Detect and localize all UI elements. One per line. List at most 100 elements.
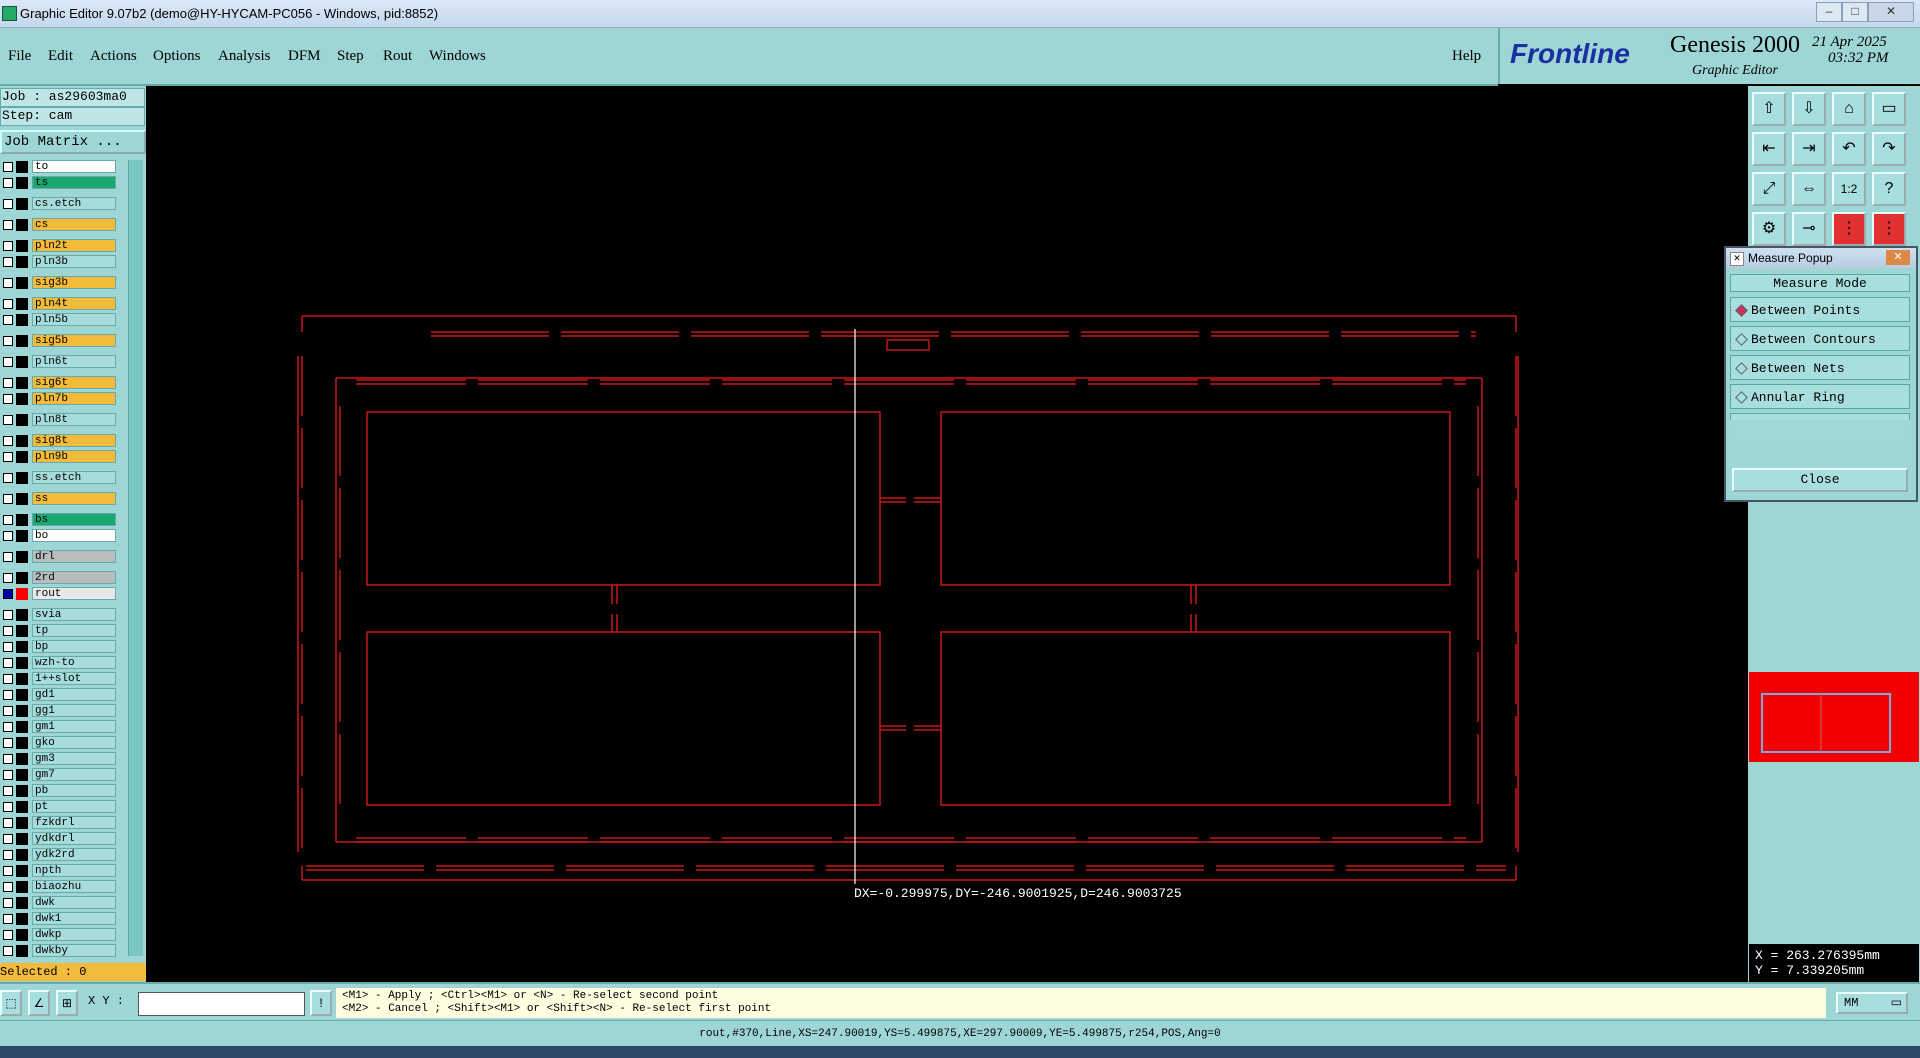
- layer-checkbox[interactable]: [3, 610, 13, 620]
- graphic-canvas[interactable]: DX=-0.299975,DY=-246.9001925,D=246.90037…: [146, 86, 1748, 982]
- zoom-icon[interactable]: ⇔: [1792, 172, 1826, 206]
- drc-icon[interactable]: ⋮: [1872, 212, 1906, 246]
- layer-checkbox[interactable]: [3, 315, 13, 325]
- layer-color-swatch[interactable]: [16, 493, 28, 505]
- layer-row-sig5b[interactable]: sig5b: [0, 334, 118, 348]
- layer-color-swatch[interactable]: [16, 335, 28, 347]
- layer-row-pln8t[interactable]: pln8t: [0, 413, 118, 427]
- layer-color-swatch[interactable]: [16, 881, 28, 893]
- layer-color-swatch[interactable]: [16, 785, 28, 797]
- layer-checkbox[interactable]: [3, 552, 13, 562]
- layer-color-swatch[interactable]: [16, 451, 28, 463]
- close-icon[interactable]: ✕: [1886, 250, 1910, 265]
- layer-checkbox[interactable]: [3, 802, 13, 812]
- redo-icon[interactable]: ↷: [1872, 132, 1906, 166]
- layer-row-svia[interactable]: svia: [0, 608, 118, 622]
- layer-color-swatch[interactable]: [16, 753, 28, 765]
- grid-icon[interactable]: ⊞: [56, 990, 78, 1016]
- layer-row-gm7[interactable]: gm7: [0, 768, 118, 782]
- menu-options[interactable]: Options: [153, 48, 201, 65]
- layer-checkbox[interactable]: [3, 898, 13, 908]
- layer-row-to[interactable]: to: [0, 160, 118, 174]
- layer-row-1++slot[interactable]: 1++slot: [0, 672, 118, 686]
- layer-checkbox[interactable]: [3, 178, 13, 188]
- layer-checkbox[interactable]: [3, 642, 13, 652]
- xy-input[interactable]: [138, 992, 305, 1016]
- net-icon[interactable]: ⋮: [1832, 212, 1866, 246]
- layer-color-swatch[interactable]: [16, 514, 28, 526]
- menu-windows[interactable]: Windows: [429, 48, 486, 65]
- overview-map[interactable]: [1749, 672, 1919, 762]
- window-icon[interactable]: ▭: [1872, 92, 1906, 126]
- measure-popup-titlebar[interactable]: ✕ Measure Popup ✕: [1726, 248, 1916, 268]
- menu-file[interactable]: File: [8, 48, 31, 65]
- layer-color-swatch[interactable]: [16, 298, 28, 310]
- layer-row-ts[interactable]: ts: [0, 176, 118, 190]
- layer-checkbox[interactable]: [3, 378, 13, 388]
- layer-checkbox[interactable]: [3, 834, 13, 844]
- layer-row-pt[interactable]: pt: [0, 800, 118, 814]
- layer-color-swatch[interactable]: [16, 219, 28, 231]
- layer-checkbox[interactable]: [3, 394, 13, 404]
- layer-row-pb[interactable]: pb: [0, 784, 118, 798]
- layer-checkbox[interactable]: [3, 436, 13, 446]
- layer-checkbox[interactable]: [3, 754, 13, 764]
- layer-checkbox[interactable]: [3, 220, 13, 230]
- snap-icon[interactable]: ⬚: [0, 990, 22, 1016]
- layer-checkbox[interactable]: [3, 866, 13, 876]
- layer-checkbox[interactable]: [3, 473, 13, 483]
- layer-color-swatch[interactable]: [16, 377, 28, 389]
- menu-actions[interactable]: Actions: [90, 48, 137, 65]
- maximize-button[interactable]: □: [1842, 2, 1868, 22]
- layer-row-ydkdrl[interactable]: ydkdrl: [0, 832, 118, 846]
- layer-color-swatch[interactable]: [16, 801, 28, 813]
- step-in-icon[interactable]: ⇤: [1752, 132, 1786, 166]
- scale-icon[interactable]: 1:2: [1832, 172, 1866, 206]
- layer-checkbox[interactable]: [3, 531, 13, 541]
- layer-checkbox[interactable]: [3, 722, 13, 732]
- layer-checkbox[interactable]: [3, 257, 13, 267]
- layer-checkbox[interactable]: [3, 278, 13, 288]
- layer-row-pln3b[interactable]: pln3b: [0, 255, 118, 269]
- layer-checkbox[interactable]: [3, 674, 13, 684]
- angle-icon[interactable]: ∠: [28, 990, 50, 1016]
- layer-color-swatch[interactable]: [16, 849, 28, 861]
- minimize-button[interactable]: –: [1816, 2, 1842, 22]
- menu-edit[interactable]: Edit: [48, 48, 73, 65]
- home-icon[interactable]: ⌂: [1832, 92, 1866, 126]
- job-matrix-button[interactable]: Job Matrix ...: [0, 130, 146, 154]
- layer-color-swatch[interactable]: [16, 657, 28, 669]
- layer-row-tp[interactable]: tp: [0, 624, 118, 638]
- units-select[interactable]: MM ▭: [1836, 992, 1908, 1014]
- layer-color-swatch[interactable]: [16, 530, 28, 542]
- layer-color-swatch[interactable]: [16, 314, 28, 326]
- layer-row-gg1[interactable]: gg1: [0, 704, 118, 718]
- layer-checkbox[interactable]: [3, 452, 13, 462]
- layer-checkbox[interactable]: [3, 199, 13, 209]
- layer-color-swatch[interactable]: [16, 435, 28, 447]
- layer-row-pln9b[interactable]: pln9b: [0, 450, 118, 464]
- layer-color-swatch[interactable]: [16, 472, 28, 484]
- layer-color-swatch[interactable]: [16, 945, 28, 957]
- layer-checkbox[interactable]: [3, 882, 13, 892]
- layer-color-swatch[interactable]: [16, 588, 28, 600]
- undo-icon[interactable]: ↶: [1832, 132, 1866, 166]
- layer-color-swatch[interactable]: [16, 705, 28, 717]
- layer-checkbox[interactable]: [3, 786, 13, 796]
- layer-color-swatch[interactable]: [16, 393, 28, 405]
- layer-row-wzh-to[interactable]: wzh-to: [0, 656, 118, 670]
- layer-row-cs.etch[interactable]: cs.etch: [0, 197, 118, 211]
- layer-checkbox[interactable]: [3, 336, 13, 346]
- layer-checkbox[interactable]: [3, 690, 13, 700]
- layer-checkbox[interactable]: [3, 573, 13, 583]
- layer-row-drl[interactable]: drl: [0, 550, 118, 564]
- layer-row-sig6t[interactable]: sig6t: [0, 376, 118, 390]
- layer-checkbox[interactable]: [3, 241, 13, 251]
- layer-row-dwkby[interactable]: dwkby: [0, 944, 118, 958]
- layer-row-pln7b[interactable]: pln7b: [0, 392, 118, 406]
- layer-row-gko[interactable]: gko: [0, 736, 118, 750]
- layer-color-swatch[interactable]: [16, 721, 28, 733]
- menu-step[interactable]: Step: [337, 48, 364, 65]
- measure-option-between-contours[interactable]: Between Contours: [1730, 326, 1910, 351]
- layer-checkbox[interactable]: [3, 850, 13, 860]
